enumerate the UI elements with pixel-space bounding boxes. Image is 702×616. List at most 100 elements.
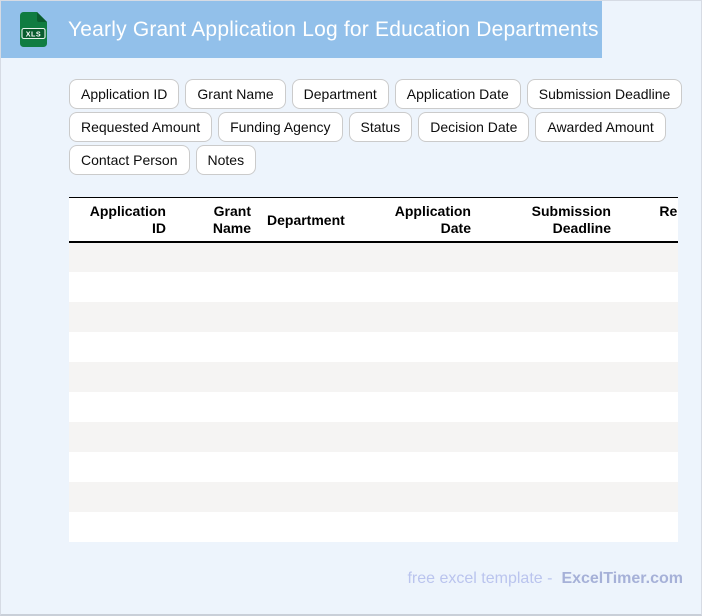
table-row bbox=[69, 332, 678, 362]
table-row bbox=[69, 392, 678, 422]
table-cell bbox=[367, 302, 479, 332]
table-cell bbox=[479, 302, 619, 332]
page-title: Yearly Grant Application Log for Educati… bbox=[68, 17, 599, 41]
table-row bbox=[69, 302, 678, 332]
table-row bbox=[69, 362, 678, 392]
table-cell bbox=[619, 482, 678, 512]
table-cell bbox=[259, 272, 367, 302]
col-header-department: Department bbox=[259, 197, 367, 243]
table-cell bbox=[367, 422, 479, 452]
chip-decision-date: Decision Date bbox=[418, 112, 530, 142]
table-cell bbox=[259, 452, 367, 482]
table-cell bbox=[619, 242, 678, 272]
chip-contact-person: Contact Person bbox=[69, 145, 190, 175]
chip-application-id: Application ID bbox=[69, 79, 180, 109]
table-cell bbox=[69, 272, 174, 302]
table-cell bbox=[619, 452, 678, 482]
column-chips: Application ID Grant Name Department App… bbox=[69, 79, 694, 175]
col-header-submission-deadline: Submission Deadline bbox=[479, 197, 619, 243]
table-cell bbox=[367, 242, 479, 272]
table-cell bbox=[174, 452, 259, 482]
table-cell bbox=[619, 302, 678, 332]
chip-notes: Notes bbox=[195, 145, 257, 175]
chip-submission-deadline: Submission Deadline bbox=[526, 79, 683, 109]
table-cell bbox=[367, 362, 479, 392]
col-header-application-id: Application ID bbox=[69, 197, 174, 243]
table-cell bbox=[174, 272, 259, 302]
table-row bbox=[69, 482, 678, 512]
table-row bbox=[69, 242, 678, 272]
col-header-grant-name: Grant Name bbox=[174, 197, 259, 243]
table-cell bbox=[69, 392, 174, 422]
table-cell bbox=[69, 452, 174, 482]
table-cell bbox=[174, 332, 259, 362]
table-cell bbox=[367, 512, 479, 542]
footer-brand-link[interactable]: ExcelTimer.com bbox=[561, 570, 683, 587]
col-header-application-date: Application Date bbox=[367, 197, 479, 243]
table-cell bbox=[619, 272, 678, 302]
table-cell bbox=[367, 392, 479, 422]
table-cell bbox=[367, 452, 479, 482]
table-container: Application ID Grant Name Department App… bbox=[69, 197, 678, 542]
table-cell bbox=[174, 362, 259, 392]
chip-application-date: Application Date bbox=[394, 79, 521, 109]
table-cell bbox=[259, 362, 367, 392]
table-cell bbox=[174, 242, 259, 272]
chip-requested-amount: Requested Amount bbox=[69, 112, 213, 142]
chip-funding-agency: Funding Agency bbox=[218, 112, 343, 142]
table-cell bbox=[479, 332, 619, 362]
table-cell bbox=[619, 512, 678, 542]
table-cell bbox=[259, 392, 367, 422]
chip-awarded-amount: Awarded Amount bbox=[535, 112, 666, 142]
table-cell bbox=[619, 422, 678, 452]
table-cell bbox=[259, 242, 367, 272]
table-cell bbox=[619, 392, 678, 422]
table-cell bbox=[479, 482, 619, 512]
table-cell bbox=[174, 392, 259, 422]
table-row bbox=[69, 272, 678, 302]
table-cell bbox=[69, 242, 174, 272]
table-header-row: Application ID Grant Name Department App… bbox=[69, 197, 678, 243]
table-row bbox=[69, 422, 678, 452]
chip-department: Department bbox=[291, 79, 389, 109]
table-cell bbox=[69, 422, 174, 452]
table-cell bbox=[479, 362, 619, 392]
table-cell bbox=[69, 512, 174, 542]
table-cell bbox=[479, 272, 619, 302]
table-cell bbox=[69, 302, 174, 332]
table-cell bbox=[479, 452, 619, 482]
table-cell bbox=[367, 272, 479, 302]
table-cell bbox=[259, 422, 367, 452]
page: XLS Yearly Grant Application Log for Edu… bbox=[0, 0, 702, 616]
table-cell bbox=[259, 482, 367, 512]
table-cell bbox=[479, 422, 619, 452]
table-cell bbox=[259, 302, 367, 332]
grant-table: Application ID Grant Name Department App… bbox=[69, 197, 678, 542]
table-cell bbox=[479, 512, 619, 542]
table-cell bbox=[174, 302, 259, 332]
table-cell bbox=[367, 482, 479, 512]
table-cell bbox=[174, 512, 259, 542]
table-row bbox=[69, 452, 678, 482]
topbar: XLS Yearly Grant Application Log for Edu… bbox=[1, 1, 602, 58]
table-cell bbox=[69, 362, 174, 392]
table-cell bbox=[69, 482, 174, 512]
table-cell bbox=[259, 332, 367, 362]
table-cell bbox=[259, 512, 367, 542]
table-cell bbox=[69, 332, 174, 362]
table-cell bbox=[619, 362, 678, 392]
footer: free excel template - ExcelTimer.com bbox=[69, 569, 683, 588]
xls-badge-text: XLS bbox=[26, 29, 41, 38]
footer-label: free excel template - bbox=[407, 570, 553, 587]
table-cell bbox=[367, 332, 479, 362]
col-header-requested-amount: Requested Amount bbox=[619, 197, 678, 243]
chip-grant-name: Grant Name bbox=[185, 79, 286, 109]
table-cell bbox=[174, 482, 259, 512]
xls-file-icon: XLS bbox=[20, 12, 47, 47]
table-row bbox=[69, 512, 678, 542]
grant-table-body bbox=[69, 242, 678, 542]
chip-status: Status bbox=[348, 112, 413, 142]
table-cell bbox=[479, 392, 619, 422]
table-cell bbox=[479, 242, 619, 272]
table-cell bbox=[174, 422, 259, 452]
